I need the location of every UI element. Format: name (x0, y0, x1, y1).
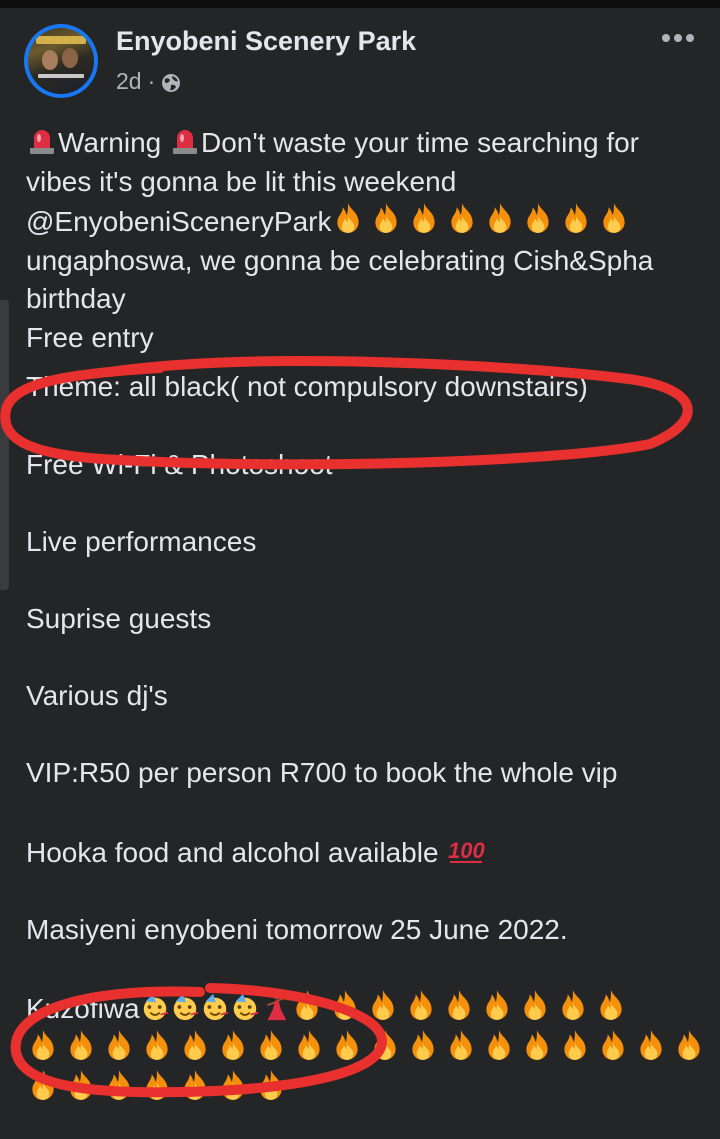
fire-icon (634, 1028, 668, 1062)
fire-icon (178, 1028, 212, 1062)
fire-emoji-run (26, 1033, 710, 1064)
fire-icon (558, 1028, 592, 1062)
fire-icon (178, 1068, 212, 1102)
fire-emoji-row-1 (26, 1028, 706, 1068)
more-options-icon[interactable] (660, 28, 696, 48)
fire-icon (254, 1028, 288, 1062)
partying-face-icon (140, 992, 170, 1022)
post-line-15: Kuzofiwa (26, 988, 706, 1028)
avatar-image (28, 28, 94, 94)
warning-rest-text: Don't waste your time searching for (201, 127, 639, 158)
kuzofiwa-text: Kuzofiwa (26, 993, 140, 1024)
page-avatar[interactable] (24, 24, 98, 98)
post-line-14: Masiyeni enyobeni tomorrow 25 June 2022. (26, 914, 568, 945)
fire-icon (64, 1068, 98, 1102)
partying-face-icon (200, 992, 230, 1022)
post-line-3: @EnyobeniSceneryPark (26, 201, 706, 242)
fire-icon (483, 201, 517, 235)
fire-icon (254, 1068, 288, 1102)
post-line-12: VIP:R50 per person R700 to book the whol… (26, 756, 618, 788)
fire-icon (672, 1028, 706, 1062)
partying-face-icon (170, 992, 200, 1022)
rotating-light-icon (169, 124, 201, 156)
fire-icon (559, 201, 593, 235)
fire-icon (518, 988, 552, 1022)
post-line-8: Free Wi-Fi & Photoshoot (26, 448, 333, 480)
warning-text: Warning (58, 127, 162, 158)
fire-icon (596, 1028, 630, 1062)
globe-icon (161, 72, 181, 92)
fire-emoji-run (290, 993, 632, 1024)
post-body: Warning Don't waste your time searching … (26, 124, 706, 1108)
fire-icon (216, 1068, 250, 1102)
hooka-text: Hooka food and alcohol available (26, 837, 439, 868)
post-line-2: vibes it's gonna be lit this weekend (26, 165, 457, 197)
fire-icon (26, 1028, 60, 1062)
post-line-13: Hooka food and alcohol available (26, 834, 706, 873)
fire-icon (366, 988, 400, 1022)
post-meta: 2d · (116, 68, 181, 95)
fire-icon (368, 1028, 402, 1062)
fire-icon (369, 201, 403, 235)
scroll-handle[interactable] (0, 300, 9, 590)
post-line-4: ungaphoswa, we gonna be celebrating Cish… (26, 244, 654, 276)
fire-icon (330, 1028, 364, 1062)
post-timestamp[interactable]: 2d (116, 68, 142, 95)
fire-icon (482, 1028, 516, 1062)
fire-icon (407, 201, 441, 235)
fire-icon (521, 201, 555, 235)
fire-icon (445, 201, 479, 235)
dancer-icon (260, 992, 290, 1022)
fire-icon (102, 1068, 136, 1102)
fire-icon (442, 988, 476, 1022)
page-mention-link[interactable]: @EnyobeniSceneryPark (26, 206, 331, 237)
fire-icon (140, 1068, 174, 1102)
fire-icon (26, 1068, 60, 1102)
post-line-1: Warning Don't waste your time searching … (26, 124, 706, 163)
fire-icon (556, 988, 590, 1022)
fire-icon (290, 988, 324, 1022)
meta-separator: · (147, 68, 156, 94)
fire-icon (331, 201, 365, 235)
fire-icon (102, 1028, 136, 1062)
hundred-points-icon (446, 834, 486, 866)
post-line-6: Free entry (26, 321, 154, 353)
fire-icon (597, 201, 631, 235)
partying-face-icon (230, 992, 260, 1022)
page-name-link[interactable]: Enyobeni Scenery Park (116, 26, 416, 57)
fire-icon (520, 1028, 554, 1062)
fire-icon (404, 988, 438, 1022)
fire-icon (292, 1028, 326, 1062)
post-line-11: Various dj's (26, 679, 168, 711)
fire-icon (64, 1028, 98, 1062)
post-line-10: Suprise guests (26, 602, 212, 634)
fire-icon (594, 988, 628, 1022)
fire-icon (406, 1028, 440, 1062)
fire-icon (444, 1028, 478, 1062)
fire-emoji-run (331, 206, 635, 237)
fire-icon (480, 988, 514, 1022)
fire-emoji-run (26, 1073, 292, 1104)
fire-icon (328, 988, 362, 1022)
post-line-5: birthday (26, 283, 126, 314)
rotating-light-icon (26, 124, 58, 156)
status-bar (0, 0, 720, 8)
fire-icon (216, 1028, 250, 1062)
fire-icon (140, 1028, 174, 1062)
fire-emoji-row-2 (26, 1068, 706, 1108)
post-line-9: Live performances (26, 525, 257, 557)
post-line-7: Theme: all black( not compulsory downsta… (26, 371, 588, 402)
